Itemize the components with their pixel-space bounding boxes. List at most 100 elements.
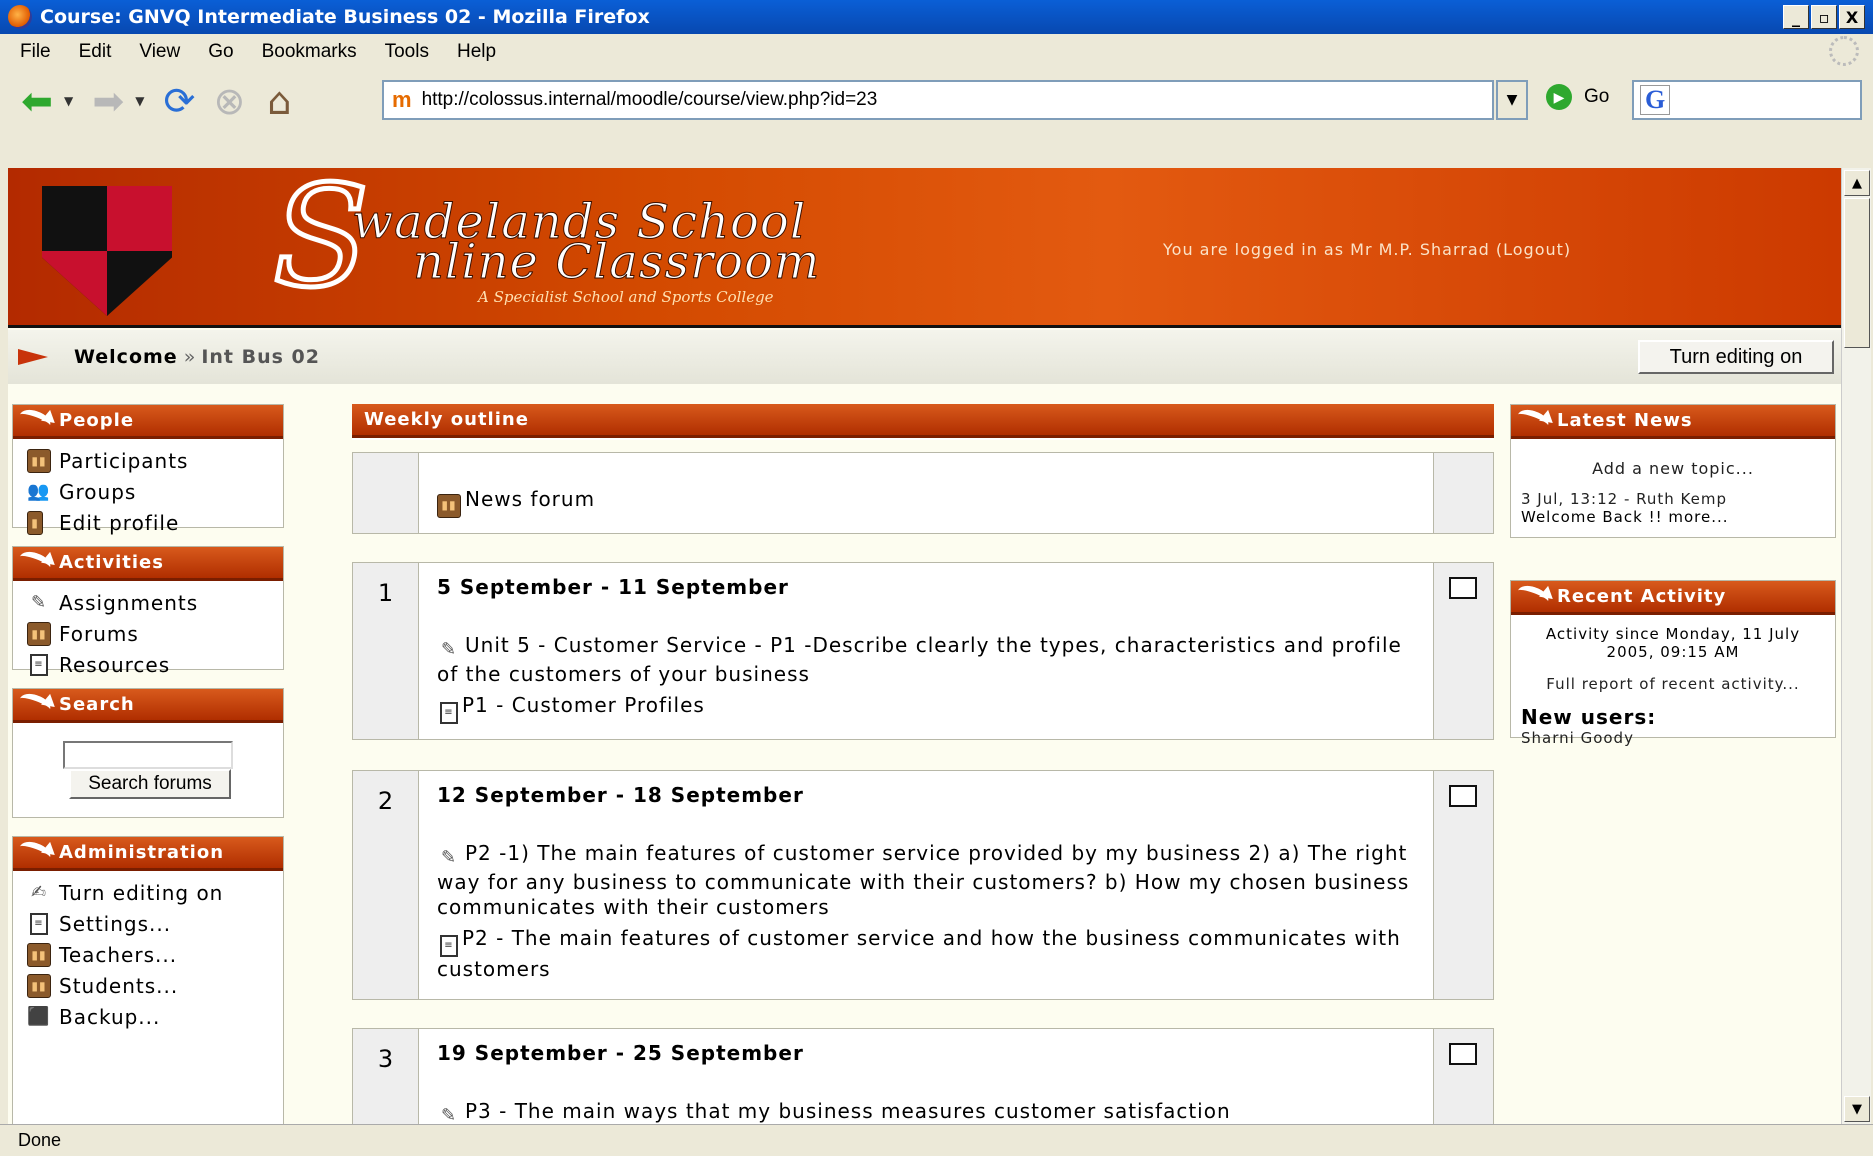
breadcrumb-arrow-icon <box>18 349 48 365</box>
search-input[interactable] <box>63 741 233 769</box>
administration-block-header: Administration <box>13 837 283 871</box>
teachers-label[interactable]: Teachers... <box>59 943 177 967</box>
site-banner: S wadelands School nline Classroom A Spe… <box>8 168 1841 328</box>
groups-label[interactable]: Groups <box>59 480 136 504</box>
assignment-label[interactable]: P3 - The main ways that my business meas… <box>465 1099 1231 1123</box>
news-post-meta: 3 Jul, 13:12 - Ruth Kemp <box>1521 490 1727 508</box>
status-text: Done <box>18 1130 62 1150</box>
admin-turn-editing-label[interactable]: Turn editing on <box>59 881 223 905</box>
forward-icon[interactable]: ➡ <box>85 78 131 124</box>
assignment-link[interactable]: ✎ Unit 5 - Customer Service - P1 -Describ… <box>437 633 1417 687</box>
teachers-link[interactable]: ▮▮ Teachers... <box>13 939 283 970</box>
block-swoosh-icon <box>16 838 54 866</box>
week-highlight-toggle <box>1433 563 1493 739</box>
assignment-label[interactable]: P2 -1) The main features of customer ser… <box>437 841 1409 919</box>
news-forum-label[interactable]: News forum <box>465 487 595 511</box>
resource-label[interactable]: P1 - Customer Profiles <box>462 693 705 717</box>
assignment-icon: ✎ <box>30 592 48 613</box>
scroll-down-icon[interactable]: ▼ <box>1844 1096 1870 1122</box>
resource-label[interactable]: P2 - The main features of customer servi… <box>437 926 1401 981</box>
highlight-checkbox-icon[interactable] <box>1449 785 1477 807</box>
add-topic-link[interactable]: Add a new topic... <box>1511 459 1835 478</box>
assignments-label[interactable]: Assignments <box>59 591 198 615</box>
resources-label[interactable]: Resources <box>59 653 170 677</box>
scroll-up-icon[interactable]: ▲ <box>1844 170 1870 196</box>
menu-go[interactable]: Go <box>194 41 247 63</box>
resource-icon: ≡ <box>440 701 458 724</box>
assignments-link[interactable]: ✎ Assignments <box>13 587 283 618</box>
forward-history-dropdown-icon[interactable]: ▼ <box>135 94 144 108</box>
menu-bookmarks[interactable]: Bookmarks <box>248 41 371 63</box>
assignment-link[interactable]: ✎ P3 - The main ways that my business mea… <box>437 1099 1417 1124</box>
maximize-button[interactable]: ▫ <box>1811 5 1837 29</box>
settings-link[interactable]: ≡ Settings... <box>13 908 283 939</box>
menu-tools[interactable]: Tools <box>371 41 443 63</box>
participants-label[interactable]: Participants <box>59 449 188 473</box>
url-text[interactable]: http://colossus.internal/moodle/course/v… <box>422 89 878 111</box>
week-number: 3 <box>353 1029 419 1124</box>
login-info[interactable]: You are logged in as Mr M.P. Sharrad (Lo… <box>1163 240 1571 259</box>
back-history-dropdown-icon[interactable]: ▼ <box>64 94 73 108</box>
activities-block: Activities ✎ Assignments ▮▮ Forums ≡ Resour… <box>12 546 284 677</box>
url-dropdown-icon[interactable]: ▼ <box>1496 80 1528 120</box>
search-engine-box[interactable]: G <box>1632 80 1862 120</box>
week-number: 2 <box>353 771 419 999</box>
status-bar: Done <box>0 1124 1873 1156</box>
settings-label[interactable]: Settings... <box>59 912 171 936</box>
full-report-link[interactable]: Full report of recent activity... <box>1511 675 1835 693</box>
menu-view[interactable]: View <box>125 41 194 63</box>
menu-edit[interactable]: Edit <box>65 41 126 63</box>
week-section: 1 5 September - 11 September ✎ Unit 5 - C… <box>352 562 1494 740</box>
news-post-title[interactable]: Welcome Back !! more... <box>1511 508 1835 526</box>
assignment-link[interactable]: ✎ P2 -1) The main features of customer se… <box>437 841 1417 920</box>
resource-link[interactable]: ≡ P1 - Customer Profiles <box>437 693 1417 724</box>
close-button[interactable]: X <box>1839 5 1865 29</box>
latest-news-header: Latest News <box>1511 405 1835 439</box>
breadcrumb-home[interactable]: Welcome <box>74 346 178 368</box>
minimize-button[interactable]: _ <box>1783 5 1809 29</box>
backup-label[interactable]: Backup... <box>59 1005 160 1029</box>
edit-profile-label[interactable]: Edit profile <box>59 511 179 535</box>
vertical-scrollbar[interactable]: ▲ ▼ <box>1841 168 1871 1124</box>
latest-news-title: Latest News <box>1557 410 1693 431</box>
menu-help[interactable]: Help <box>443 41 510 63</box>
menu-file[interactable]: File <box>12 41 65 63</box>
forums-link[interactable]: ▮▮ Forums <box>13 618 283 649</box>
week-number: 1 <box>353 563 419 739</box>
new-user-link[interactable]: Sharni Goody <box>1511 729 1835 747</box>
admin-turn-editing-link[interactable]: ✍ Turn editing on <box>13 877 283 908</box>
participants-link[interactable]: ▮▮ Participants <box>13 445 283 476</box>
students-label[interactable]: Students... <box>59 974 178 998</box>
highlight-checkbox-icon[interactable] <box>1449 1043 1477 1065</box>
assignment-label[interactable]: Unit 5 - Customer Service - P1 -Describe… <box>437 633 1402 686</box>
groups-link[interactable]: 👥 Groups <box>13 476 283 507</box>
highlight-checkbox-icon[interactable] <box>1449 577 1477 599</box>
reload-icon[interactable]: ⟳ <box>156 78 202 124</box>
throbber-icon <box>1829 36 1859 66</box>
activity-since: Activity since Monday, 11 July 2005, 09:… <box>1545 625 1801 661</box>
block-swoosh-icon <box>16 548 54 576</box>
back-icon[interactable]: ⬅ <box>14 78 60 124</box>
turn-editing-on-button[interactable]: Turn editing on <box>1638 340 1834 374</box>
backup-link[interactable]: ⬛ Backup... <box>13 1001 283 1032</box>
forums-label[interactable]: Forums <box>59 622 139 646</box>
resource-icon: ≡ <box>30 653 48 676</box>
scroll-thumb[interactable] <box>1844 198 1870 348</box>
go-button[interactable]: ▶ Go <box>1546 84 1609 110</box>
home-icon[interactable]: ⌂ <box>256 78 302 124</box>
people-block-header: People <box>13 405 283 439</box>
resource-link[interactable]: ≡ P2 - The main features of customer serv… <box>437 926 1417 982</box>
search-forums-button[interactable]: Search forums <box>69 769 231 799</box>
news-forum-link[interactable]: ▮▮ News forum <box>437 487 1417 518</box>
school-crest-icon <box>42 186 172 316</box>
google-logo-icon[interactable]: G <box>1640 85 1671 115</box>
resources-link[interactable]: ≡ Resources <box>13 649 283 680</box>
menu-bar: File Edit View Go Bookmarks Tools Help <box>0 34 1873 70</box>
activities-block-title: Activities <box>59 552 164 573</box>
stop-icon[interactable]: ⊗ <box>206 78 252 124</box>
block-swoosh-icon <box>1514 406 1552 434</box>
edit-profile-link[interactable]: ▮ Edit profile <box>13 507 283 538</box>
students-link[interactable]: ▮▮ Students... <box>13 970 283 1001</box>
url-bar[interactable]: m http://colossus.internal/moodle/course… <box>382 80 1494 120</box>
window-title: Course: GNVQ Intermediate Business 02 - … <box>40 6 650 28</box>
